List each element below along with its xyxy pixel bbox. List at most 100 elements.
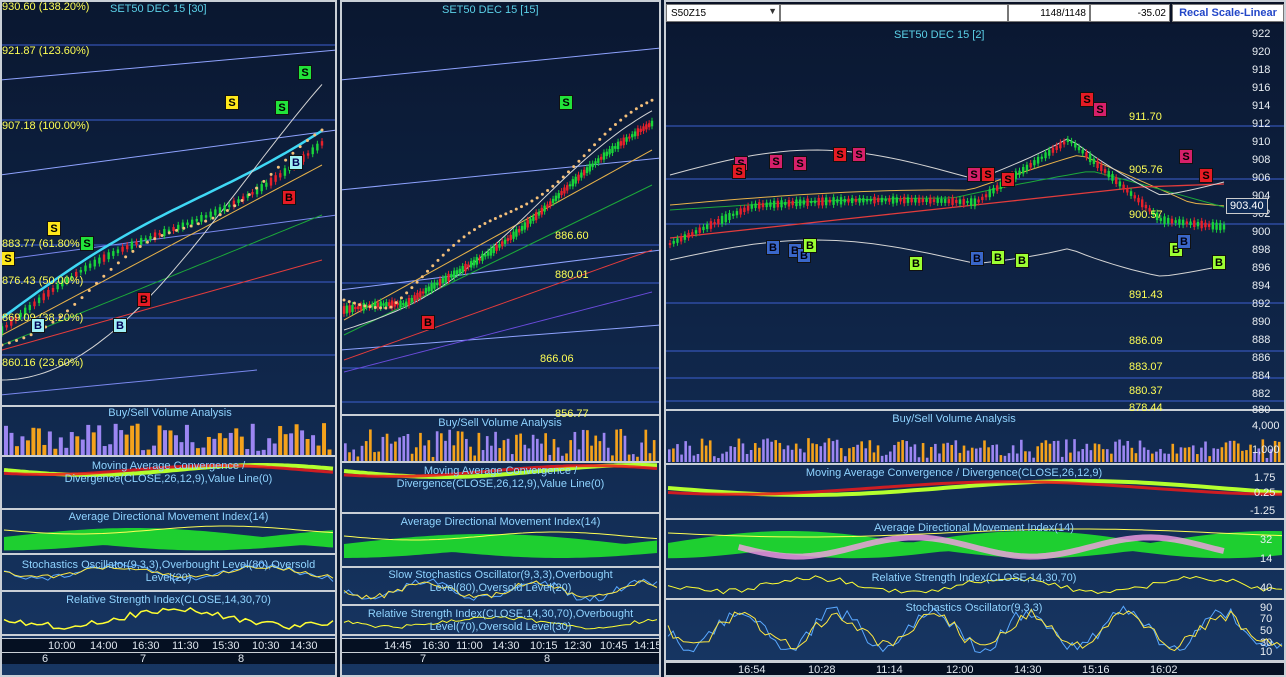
volume-bar [20,436,25,455]
fib-label-100: 907.18 (100.00%) [2,120,90,132]
buy-signal-marker[interactable]: B [282,190,296,205]
time-label: 16:02 [1150,664,1178,676]
buy-signal-marker[interactable]: B [766,240,780,255]
candle-body [33,301,36,307]
sar-dot [22,336,26,340]
sar-dot [540,192,544,196]
buy-signal-marker[interactable]: B [289,155,303,170]
sell-signal-marker[interactable]: S [47,221,61,236]
candle-body [144,238,147,241]
time-axis: 16:54 10:28 11:14 12:00 14:30 15:16 16:0… [664,662,1286,677]
volume-axis-tick: 1,000 [1252,444,1280,456]
candle-body [1059,142,1062,149]
buy-signal-marker[interactable]: B [909,256,923,271]
volume-bar [311,435,316,455]
candle-body [873,196,876,204]
volume-bar [893,445,896,462]
sell-signal-marker[interactable]: S [732,164,746,179]
candle-body [1129,191,1133,196]
chart-pane-15min[interactable]: SET50 DEC 15 [15] 886.60 880.01 866.06 8… [340,0,661,677]
symbol-select[interactable]: S50Z15 ▼ [666,4,780,22]
sell-signal-marker[interactable]: S [852,147,866,162]
sell-signal-marker[interactable]: S [1080,92,1094,107]
candle-body [1096,160,1099,169]
volume-bar [737,438,741,462]
sar-dot [566,170,570,174]
sell-signal-marker[interactable]: S [793,156,807,171]
sell-signal-marker[interactable]: S [833,147,847,162]
buy-signal-marker[interactable]: B [803,238,817,253]
sell-signal-marker[interactable]: S [80,236,94,251]
candle-body [478,257,481,261]
sell-signal-marker[interactable]: S [298,65,312,80]
sell-signal-marker[interactable]: S [769,154,783,169]
volume-bar [502,440,506,461]
buy-signal-marker[interactable]: B [1015,253,1029,268]
level-label: 878.44 [1129,402,1163,414]
sell-signal-marker[interactable]: S [981,167,995,182]
chevron-down-icon[interactable]: ▼ [768,6,777,16]
sell-signal-marker[interactable]: S [559,95,573,110]
sell-signal-marker[interactable]: S [1179,149,1193,164]
sell-signal-marker[interactable]: S [1001,172,1015,187]
candle-body [1144,204,1148,209]
volume-bar [201,447,206,455]
buy-signal-marker[interactable]: B [137,292,151,307]
sell-signal-marker[interactable]: S [225,95,239,110]
fib-label-61: 883.77 (61.80%) [2,238,84,250]
buy-signal-marker[interactable]: B [421,315,435,330]
candle-body [977,199,980,203]
buy-signal-marker[interactable]: B [1212,255,1226,270]
volume-bar [1241,450,1244,462]
buy-signal-marker[interactable]: B [113,318,127,333]
sell-signal-marker[interactable]: S [1,251,15,266]
sar-dot [493,216,497,220]
candle-body [917,197,921,203]
candle-body [713,222,716,225]
volume-bar [889,451,892,462]
candle-body [955,199,958,203]
candle-body [947,199,951,204]
candle-body [880,197,884,203]
sar-dot [634,107,638,111]
volume-bar [774,440,778,462]
volume-bar [934,443,937,462]
sell-signal-marker[interactable]: S [275,100,289,115]
chart-pane-2min[interactable]: S50Z15 ▼ 1148/1148 -35.02 Recal Scale-Lin… [664,0,1286,677]
price-tick: 884 [1252,370,1271,382]
candle-body [1029,162,1032,168]
candle-body [614,146,617,149]
volume-bar [389,443,393,461]
volume-bar [1024,451,1027,462]
volume-bar [790,449,794,462]
sar-dot [593,143,597,147]
sar-dot [420,275,424,279]
buy-signal-marker[interactable]: B [31,318,45,333]
volume-bar [206,436,211,455]
moving-average-line [1,259,323,351]
volume-bar [1003,455,1007,462]
candle-body [1062,141,1066,145]
sar-dot [240,198,244,202]
buy-signal-marker[interactable]: B [970,251,984,266]
candle-body [218,207,222,214]
sell-signal-marker[interactable]: S [1093,102,1107,117]
time-label: 15:16 [1082,664,1110,676]
sell-signal-marker[interactable]: S [1199,168,1213,183]
adx-area [4,528,333,551]
volume-bar [456,431,460,461]
price-tick: 896 [1252,262,1271,274]
volume-bar [406,433,410,461]
volume-bar [786,445,790,462]
chart-pane-30min[interactable]: SET50 DEC 15 [30] 930.60 (138.20%) 921.8… [0,0,337,677]
volume-bar [168,430,173,455]
buy-signal-marker[interactable]: B [1177,234,1191,249]
buy-signal-marker[interactable]: B [991,250,1005,265]
sell-signal-marker[interactable]: S [967,167,981,182]
candle-body [765,202,768,208]
volume-bar [721,453,724,462]
candle-body [619,141,623,146]
volume-bar [540,443,543,461]
volume-bar [749,449,753,462]
sar-dot [269,172,273,176]
